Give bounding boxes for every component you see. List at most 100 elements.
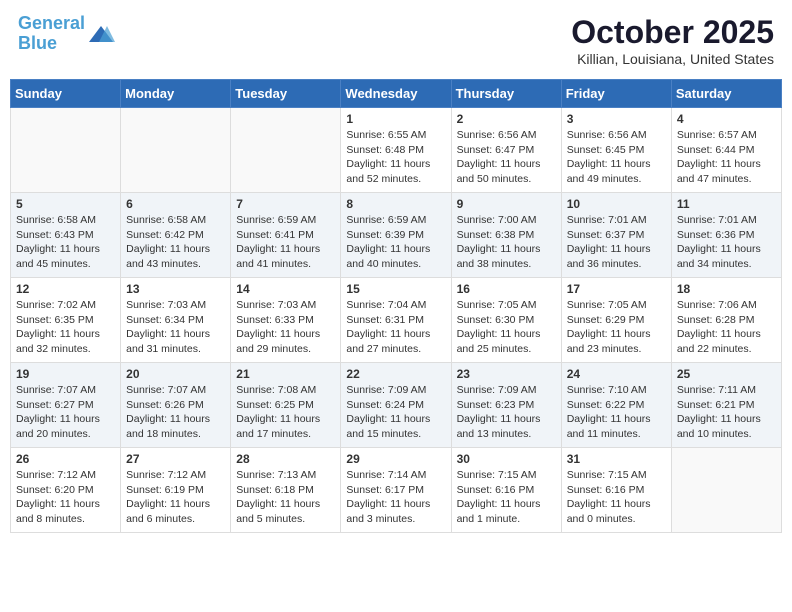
day-info: Sunrise: 7:07 AM Sunset: 6:26 PM Dayligh… — [126, 383, 225, 442]
day-info: Sunrise: 7:12 AM Sunset: 6:20 PM Dayligh… — [16, 468, 115, 527]
day-number: 5 — [16, 197, 115, 211]
calendar-cell: 30Sunrise: 7:15 AM Sunset: 6:16 PM Dayli… — [451, 448, 561, 533]
logo: GeneralBlue — [18, 14, 115, 54]
day-info: Sunrise: 6:56 AM Sunset: 6:45 PM Dayligh… — [567, 128, 666, 187]
day-info: Sunrise: 7:07 AM Sunset: 6:27 PM Dayligh… — [16, 383, 115, 442]
calendar-cell: 22 Sunrise: 7:09 AM Sunset: 6:24 PM Dayli… — [341, 363, 451, 448]
day-number: 10 — [567, 197, 666, 211]
calendar-week-3: 12 Sunrise: 7:02 AM Sunset: 6:35 PM Dayli… — [11, 278, 782, 363]
day-number: 27 — [126, 452, 225, 466]
calendar-cell: 23 Sunrise: 7:09 AM Sunset: 6:23 PM Dayli… — [451, 363, 561, 448]
day-info: Sunrise: 6:59 AM Sunset: 6:39 PM Dayligh… — [346, 213, 445, 272]
day-info: Sunrise: 7:03 AM Sunset: 6:34 PM Dayligh… — [126, 298, 225, 357]
calendar-cell: 6 Sunrise: 6:58 AM Sunset: 6:42 PM Daylig… — [121, 193, 231, 278]
day-number: 16 — [457, 282, 556, 296]
calendar-cell: 10 Sunrise: 7:01 AM Sunset: 6:37 PM Dayli… — [561, 193, 671, 278]
calendar-cell: 29 Sunrise: 7:14 AM Sunset: 6:17 PM Dayli… — [341, 448, 451, 533]
day-info: Sunrise: 7:15 AM Sunset: 6:16 PM Dayligh… — [567, 468, 666, 527]
day-number: 13 — [126, 282, 225, 296]
calendar-dow-saturday: Saturday — [671, 80, 781, 108]
day-number: 6 — [126, 197, 225, 211]
day-number: 29 — [346, 452, 445, 466]
calendar-dow-sunday: Sunday — [11, 80, 121, 108]
day-number: 14 — [236, 282, 335, 296]
calendar-cell: 12 Sunrise: 7:02 AM Sunset: 6:35 PM Dayli… — [11, 278, 121, 363]
calendar-cell: 19Sunrise: 7:07 AM Sunset: 6:27 PM Dayli… — [11, 363, 121, 448]
day-info: Sunrise: 7:14 AM Sunset: 6:17 PM Dayligh… — [346, 468, 445, 527]
day-info: Sunrise: 7:00 AM Sunset: 6:38 PM Dayligh… — [457, 213, 556, 272]
day-number: 11 — [677, 197, 776, 211]
calendar-cell — [231, 108, 341, 193]
day-info: Sunrise: 6:57 AM Sunset: 6:44 PM Dayligh… — [677, 128, 776, 187]
month-title: October 2025 — [571, 14, 774, 51]
calendar-cell: 2Sunrise: 6:56 AM Sunset: 6:47 PM Daylig… — [451, 108, 561, 193]
calendar-dow-tuesday: Tuesday — [231, 80, 341, 108]
calendar-header-row: SundayMondayTuesdayWednesdayThursdayFrid… — [11, 80, 782, 108]
day-number: 1 — [346, 112, 445, 126]
day-number: 21 — [236, 367, 335, 381]
day-info: Sunrise: 7:05 AM Sunset: 6:30 PM Dayligh… — [457, 298, 556, 357]
calendar-cell: 9 Sunrise: 7:00 AM Sunset: 6:38 PM Daylig… — [451, 193, 561, 278]
day-number: 25 — [677, 367, 776, 381]
day-number: 4 — [677, 112, 776, 126]
day-number: 22 — [346, 367, 445, 381]
day-number: 9 — [457, 197, 556, 211]
day-number: 28 — [236, 452, 335, 466]
title-block: October 2025 Killian, Louisiana, United … — [571, 14, 774, 67]
calendar-cell: 13 Sunrise: 7:03 AM Sunset: 6:34 PM Dayli… — [121, 278, 231, 363]
calendar-cell: 7Sunrise: 6:59 AM Sunset: 6:41 PM Daylig… — [231, 193, 341, 278]
day-number: 31 — [567, 452, 666, 466]
calendar-cell — [11, 108, 121, 193]
page-header: GeneralBlue October 2025 Killian, Louisi… — [10, 10, 782, 71]
day-number: 18 — [677, 282, 776, 296]
calendar-cell: 11 Sunrise: 7:01 AM Sunset: 6:36 PM Dayli… — [671, 193, 781, 278]
day-info: Sunrise: 7:10 AM Sunset: 6:22 PM Dayligh… — [567, 383, 666, 442]
logo-icon — [87, 24, 115, 44]
day-info: Sunrise: 7:06 AM Sunset: 6:28 PM Dayligh… — [677, 298, 776, 357]
calendar-cell: 20 Sunrise: 7:07 AM Sunset: 6:26 PM Dayli… — [121, 363, 231, 448]
calendar-cell: 14 Sunrise: 7:03 AM Sunset: 6:33 PM Dayli… — [231, 278, 341, 363]
calendar: SundayMondayTuesdayWednesdayThursdayFrid… — [10, 79, 782, 533]
calendar-cell: 1 Sunrise: 6:55 AM Sunset: 6:48 PM Daylig… — [341, 108, 451, 193]
day-number: 20 — [126, 367, 225, 381]
day-number: 23 — [457, 367, 556, 381]
calendar-week-4: 19Sunrise: 7:07 AM Sunset: 6:27 PM Dayli… — [11, 363, 782, 448]
calendar-cell: 5Sunrise: 6:58 AM Sunset: 6:43 PM Daylig… — [11, 193, 121, 278]
calendar-cell: 27Sunrise: 7:12 AM Sunset: 6:19 PM Dayli… — [121, 448, 231, 533]
calendar-cell — [671, 448, 781, 533]
day-info: Sunrise: 7:13 AM Sunset: 6:18 PM Dayligh… — [236, 468, 335, 527]
day-info: Sunrise: 6:58 AM Sunset: 6:42 PM Dayligh… — [126, 213, 225, 272]
calendar-cell: 24 Sunrise: 7:10 AM Sunset: 6:22 PM Dayli… — [561, 363, 671, 448]
location: Killian, Louisiana, United States — [571, 51, 774, 67]
day-info: Sunrise: 7:03 AM Sunset: 6:33 PM Dayligh… — [236, 298, 335, 357]
day-info: Sunrise: 7:09 AM Sunset: 6:24 PM Dayligh… — [346, 383, 445, 442]
day-number: 2 — [457, 112, 556, 126]
day-info: Sunrise: 7:09 AM Sunset: 6:23 PM Dayligh… — [457, 383, 556, 442]
day-info: Sunrise: 6:55 AM Sunset: 6:48 PM Dayligh… — [346, 128, 445, 187]
day-number: 12 — [16, 282, 115, 296]
day-info: Sunrise: 7:11 AM Sunset: 6:21 PM Dayligh… — [677, 383, 776, 442]
day-info: Sunrise: 6:59 AM Sunset: 6:41 PM Dayligh… — [236, 213, 335, 272]
calendar-cell: 15 Sunrise: 7:04 AM Sunset: 6:31 PM Dayli… — [341, 278, 451, 363]
day-number: 30 — [457, 452, 556, 466]
day-info: Sunrise: 7:04 AM Sunset: 6:31 PM Dayligh… — [346, 298, 445, 357]
calendar-cell: 26Sunrise: 7:12 AM Sunset: 6:20 PM Dayli… — [11, 448, 121, 533]
calendar-dow-thursday: Thursday — [451, 80, 561, 108]
logo-text: GeneralBlue — [18, 14, 85, 54]
day-number: 24 — [567, 367, 666, 381]
day-info: Sunrise: 7:01 AM Sunset: 6:37 PM Dayligh… — [567, 213, 666, 272]
calendar-cell: 16 Sunrise: 7:05 AM Sunset: 6:30 PM Dayli… — [451, 278, 561, 363]
day-info: Sunrise: 7:01 AM Sunset: 6:36 PM Dayligh… — [677, 213, 776, 272]
day-number: 8 — [346, 197, 445, 211]
calendar-cell — [121, 108, 231, 193]
day-info: Sunrise: 7:02 AM Sunset: 6:35 PM Dayligh… — [16, 298, 115, 357]
day-number: 15 — [346, 282, 445, 296]
calendar-week-5: 26Sunrise: 7:12 AM Sunset: 6:20 PM Dayli… — [11, 448, 782, 533]
calendar-cell: 25 Sunrise: 7:11 AM Sunset: 6:21 PM Dayli… — [671, 363, 781, 448]
calendar-dow-monday: Monday — [121, 80, 231, 108]
calendar-cell: 4 Sunrise: 6:57 AM Sunset: 6:44 PM Daylig… — [671, 108, 781, 193]
day-info: Sunrise: 7:08 AM Sunset: 6:25 PM Dayligh… — [236, 383, 335, 442]
calendar-cell: 21 Sunrise: 7:08 AM Sunset: 6:25 PM Dayli… — [231, 363, 341, 448]
calendar-cell: 8 Sunrise: 6:59 AM Sunset: 6:39 PM Daylig… — [341, 193, 451, 278]
calendar-week-2: 5Sunrise: 6:58 AM Sunset: 6:43 PM Daylig… — [11, 193, 782, 278]
